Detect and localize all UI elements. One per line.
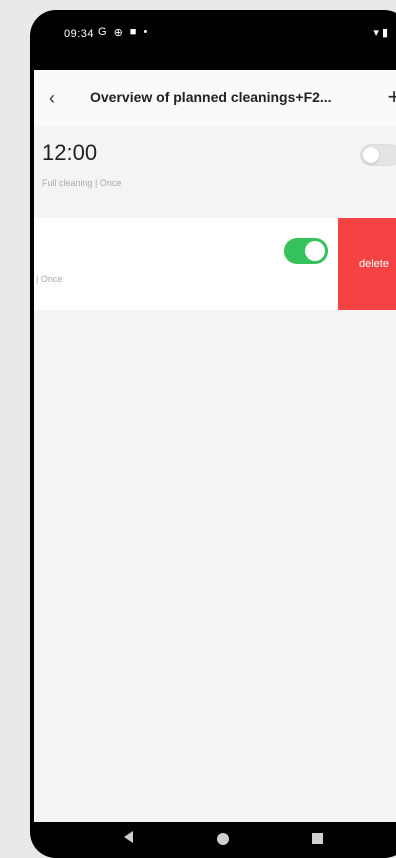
back-button[interactable]: ‹ — [40, 86, 64, 110]
nav-recents-icon[interactable] — [312, 833, 323, 844]
schedule-item[interactable]: 12:00 Full cleaning | Once — [34, 126, 396, 212]
schedule-subtitle: Full cleaning | Once — [42, 178, 122, 188]
battery-icon: ▮ — [381, 27, 388, 39]
delete-button[interactable]: delete — [338, 218, 396, 310]
plus-icon: + — [387, 84, 396, 109]
notification-icon: ■ — [129, 26, 137, 38]
schedule-time: 12:00 — [42, 140, 98, 165]
app-header: ‹ Overview of planned cleanings+F2... + — [34, 70, 396, 126]
location-icon: ⊕ — [113, 27, 123, 39]
nav-home-icon[interactable] — [217, 833, 229, 845]
toggle-knob — [305, 241, 325, 261]
phone-frame: 09:34 G ⊕ ■ • ▾ ▮ ‹ Overview of planned … — [30, 10, 396, 858]
schedule-toggle[interactable] — [284, 238, 328, 264]
google-icon: G — [98, 26, 107, 38]
status-bar: 09:34 G ⊕ ■ • ▾ ▮ — [34, 10, 396, 70]
screen: 09:34 G ⊕ ■ • ▾ ▮ ‹ Overview of planned … — [34, 10, 396, 858]
schedule-item-swiped[interactable]: | Once — [34, 218, 338, 310]
schedule-subtitle: | Once — [36, 274, 63, 284]
back-arrow-icon: ‹ — [49, 88, 55, 108]
status-time: 09:34 — [64, 28, 95, 40]
navigation-bar — [34, 822, 396, 858]
page-title: Overview of planned cleanings+F2... — [90, 89, 332, 105]
status-icons-right: ▾ ▮ — [373, 26, 388, 39]
wifi-icon: ▾ — [373, 27, 379, 39]
dot-icon: • — [143, 26, 148, 38]
nav-back-icon[interactable] — [124, 831, 133, 843]
delete-label: delete — [359, 258, 389, 270]
add-schedule-button[interactable]: + — [382, 83, 396, 111]
toggle-knob — [363, 147, 379, 163]
schedule-toggle[interactable] — [360, 144, 396, 166]
status-icons-left: G ⊕ ■ • — [98, 26, 147, 39]
